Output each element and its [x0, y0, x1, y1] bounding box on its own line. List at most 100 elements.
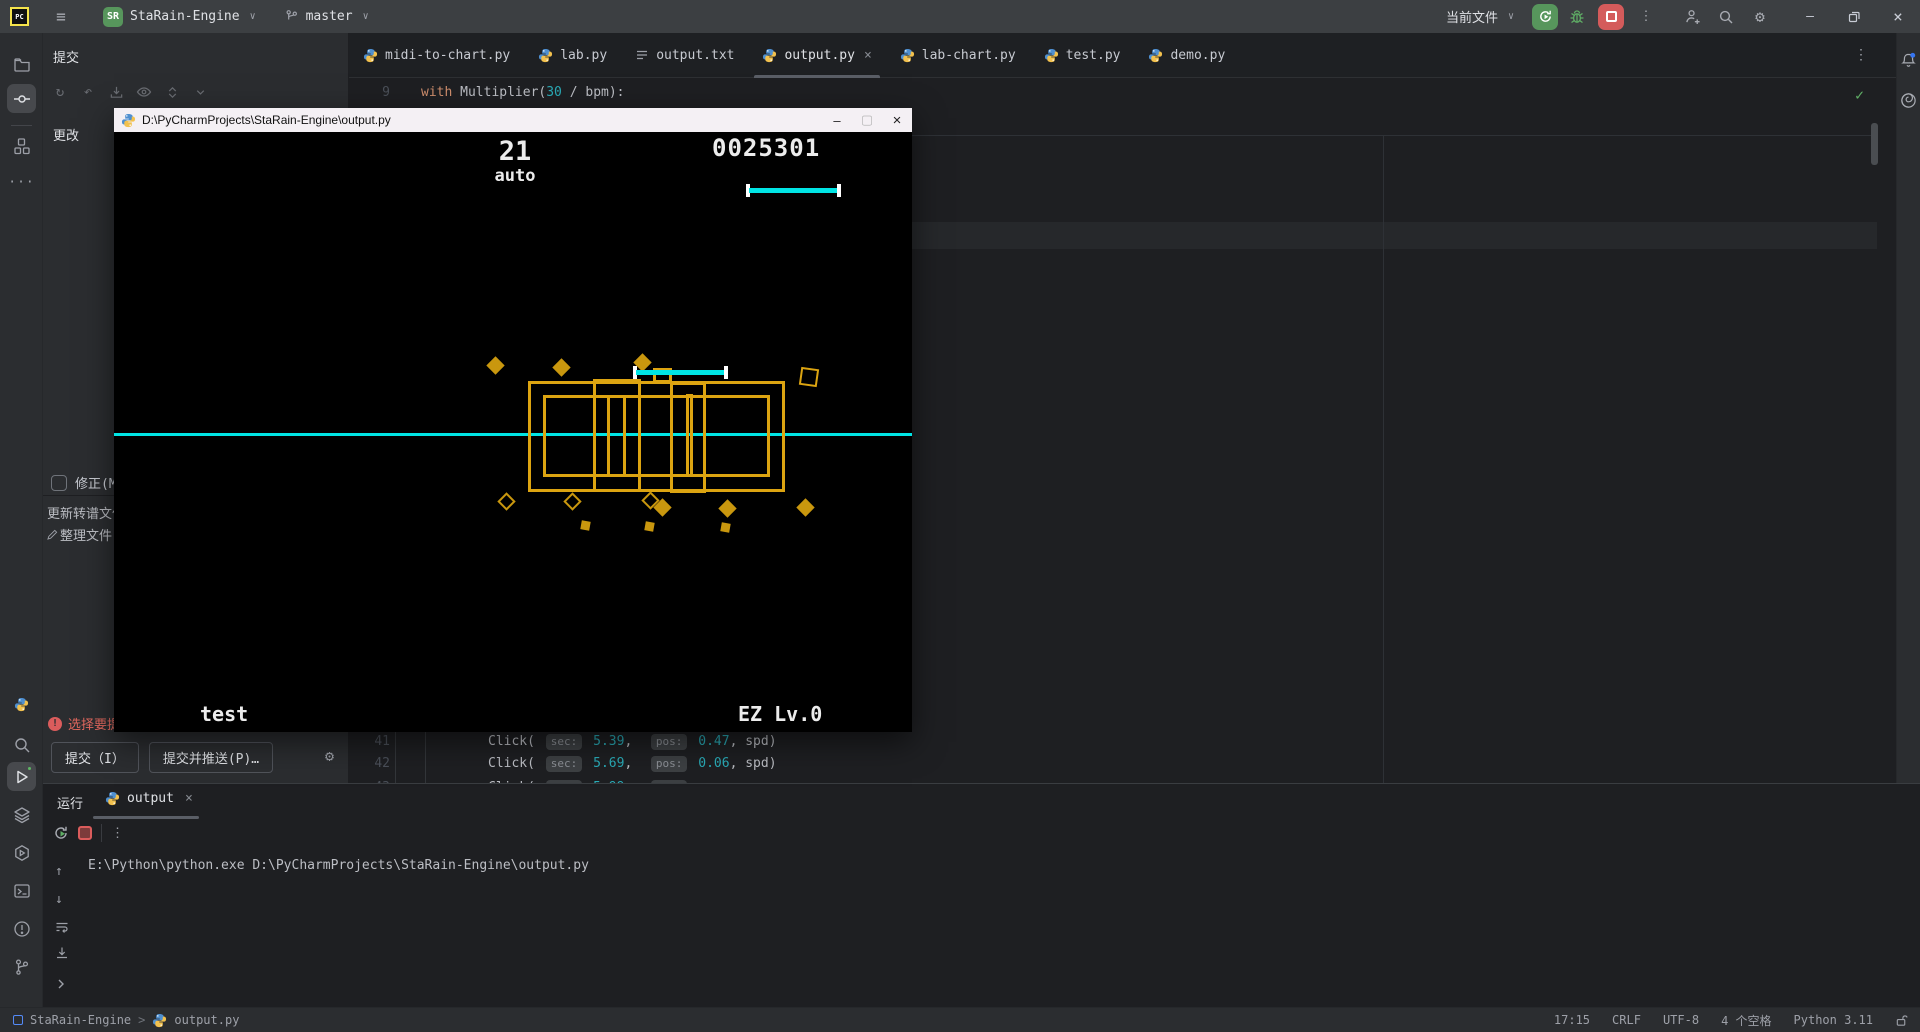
line-number: 9	[349, 82, 390, 104]
stop-icon[interactable]	[78, 826, 92, 840]
debug-button[interactable]	[1564, 4, 1590, 30]
eye-icon[interactable]	[135, 83, 153, 101]
run-anything-tool-button[interactable]	[7, 838, 36, 867]
tab-output-py[interactable]: output.py ×	[748, 33, 885, 77]
run-tab-output[interactable]: output ×	[105, 791, 193, 806]
expand-all-icon[interactable]	[163, 83, 181, 101]
close-tab-icon[interactable]: ×	[185, 791, 193, 806]
run-tool-button[interactable]	[7, 762, 36, 791]
interpreter[interactable]: Python 3.11	[1794, 1013, 1873, 1027]
python-packages-tool-button[interactable]	[7, 690, 36, 719]
breadcrumb[interactable]: StaRain-Engine > output.py	[13, 1013, 239, 1028]
problems-tool-button[interactable]	[7, 914, 36, 943]
caret-position[interactable]: 17:15	[1554, 1013, 1590, 1027]
run-config-selector[interactable]: 当前文件 ∨	[1438, 3, 1522, 31]
active-tab-underline	[93, 816, 199, 819]
scroll-down-icon[interactable]: ↓	[55, 892, 63, 907]
python-icon	[762, 48, 777, 63]
console-output-line[interactable]: E:\Python\python.exe D:\PyCharmProjects\…	[88, 858, 589, 873]
window-restore-button[interactable]	[1832, 0, 1876, 33]
line-number: 42	[349, 753, 390, 775]
editor-scrollbar-thumb[interactable]	[1871, 123, 1878, 165]
find-tool-button[interactable]	[7, 730, 36, 759]
soft-wrap-icon[interactable]	[55, 920, 69, 934]
more-tool-windows-icon[interactable]: ···	[7, 168, 36, 197]
add-user-button[interactable]	[1678, 3, 1706, 31]
structure-tool-button[interactable]	[7, 131, 36, 160]
rerun-button[interactable]	[53, 825, 69, 841]
project-tool-button[interactable]	[7, 50, 36, 79]
line-ending[interactable]: CRLF	[1612, 1013, 1641, 1027]
stop-button[interactable]	[1598, 4, 1624, 30]
unlock-icon[interactable]	[1895, 1014, 1908, 1027]
commit-message-line[interactable]: 整理文件	[47, 525, 112, 544]
tab-output-txt[interactable]: output.txt	[621, 33, 748, 77]
window-close-button[interactable]: ×	[1876, 0, 1920, 33]
note-small-square	[580, 520, 590, 530]
game-window-titlebar[interactable]: D:\PyCharmProjects\StaRain-Engine\output…	[114, 108, 912, 132]
note-diamond	[486, 356, 504, 374]
combo-counter: 21	[480, 136, 550, 167]
game-close-button[interactable]: ×	[882, 108, 912, 132]
run-button[interactable]	[1532, 4, 1558, 30]
code-text: Click( sec: 5.69, pos: 0.06, spd)	[488, 753, 777, 775]
indent-setting[interactable]: 4 个空格	[1721, 1012, 1771, 1029]
close-tab-icon[interactable]: ×	[864, 48, 872, 63]
score-display: 0025301	[712, 134, 820, 162]
shelve-icon[interactable]	[107, 83, 125, 101]
tab-list-kebab-icon[interactable]: ⋮	[1854, 47, 1868, 63]
game-minimize-button[interactable]: –	[822, 108, 852, 132]
ai-assistant-button[interactable]	[1895, 86, 1920, 115]
game-maximize-button[interactable]: ▢	[852, 108, 882, 132]
note-outline-diamond	[497, 492, 515, 510]
refresh-icon[interactable]: ↻	[51, 83, 69, 101]
commit-tool-button[interactable]	[7, 84, 36, 113]
settings-button[interactable]: ⚙	[1746, 3, 1774, 31]
file-encoding[interactable]: UTF-8	[1663, 1013, 1699, 1027]
expand-chevron-icon[interactable]	[55, 978, 67, 990]
version-control-tool-button[interactable]	[7, 952, 36, 981]
changes-section-label[interactable]: 更改	[53, 125, 79, 144]
python-icon	[900, 48, 915, 63]
more-actions-icon[interactable]: ⋮	[1632, 3, 1660, 31]
tab-lab[interactable]: lab.py	[524, 33, 621, 77]
scroll-to-end-icon[interactable]	[55, 946, 69, 960]
tab-lab-chart[interactable]: lab-chart.py	[886, 33, 1030, 77]
tab-demo[interactable]: demo.py	[1134, 33, 1239, 77]
hard-wrap-guide	[1383, 135, 1384, 783]
commit-message-text: 整理文件	[60, 525, 112, 544]
tab-test[interactable]: test.py	[1030, 33, 1135, 77]
python-icon	[1044, 48, 1059, 63]
restore-icon	[1848, 11, 1860, 23]
breadcrumb-project[interactable]: StaRain-Engine	[30, 1013, 131, 1027]
commit-options-gear-icon[interactable]: ⚙	[325, 747, 334, 765]
run-panel-title: 运行	[57, 793, 83, 812]
terminal-tool-button[interactable]	[7, 876, 36, 905]
commit-button[interactable]: 提交（I）	[51, 742, 139, 773]
note-outline-diamond	[563, 492, 581, 510]
inspection-ok-check-icon[interactable]: ✓	[1855, 86, 1864, 104]
breadcrumb-file[interactable]: output.py	[174, 1013, 239, 1027]
note-outline-square	[799, 367, 819, 387]
run-panel: 运行 output × ⋮ ↑ ↓ E:\Python\python.exe D…	[43, 783, 1920, 1007]
folder-icon	[13, 56, 31, 74]
difficulty-label: EZ Lv.0	[738, 702, 822, 726]
branch-widget[interactable]: master ∨	[276, 3, 377, 31]
search-button[interactable]	[1712, 3, 1740, 31]
collapse-all-icon[interactable]	[191, 83, 209, 101]
amend-checkbox[interactable]	[51, 475, 67, 491]
git-branch-icon	[284, 9, 299, 24]
pygame-window[interactable]: D:\PyCharmProjects\StaRain-Engine\output…	[114, 108, 912, 732]
tab-midi-to-chart[interactable]: midi-to-chart.py	[349, 33, 524, 77]
project-widget[interactable]: SR StaRain-Engine ∨	[95, 3, 264, 31]
rollback-icon[interactable]: ↶	[79, 83, 97, 101]
commit-and-push-button[interactable]: 提交并推送(P)…	[149, 742, 273, 773]
services-tool-button[interactable]	[7, 800, 36, 829]
notifications-button[interactable]	[1895, 46, 1920, 75]
window-minimize-button[interactable]: –	[1788, 0, 1832, 33]
scroll-up-icon[interactable]: ↑	[55, 864, 63, 879]
console-options-kebab-icon[interactable]: ⋮	[111, 826, 124, 841]
commit-icon	[13, 90, 31, 108]
main-menu-icon[interactable]: ≡	[47, 3, 75, 31]
code-line: 41 Click( sec: 5.39, pos: 0.47, spd)	[349, 731, 777, 753]
